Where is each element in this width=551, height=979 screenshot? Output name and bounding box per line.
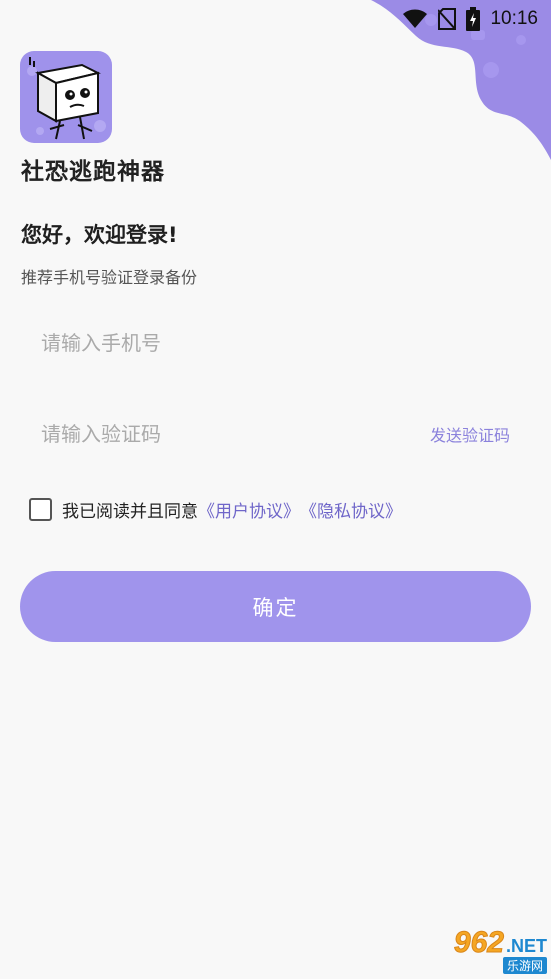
code-field: 发送验证码	[20, 404, 531, 464]
greeting-title: 您好，欢迎登录!	[21, 223, 178, 247]
app-name: 社恐逃跑神器	[21, 159, 165, 185]
confirm-button[interactable]: 确定	[20, 571, 531, 642]
login-screen: 10:16 社恐逃跑神器 您好，欢迎登录! 推荐手机号验证登录备份 请输入手机号…	[0, 0, 551, 979]
greeting-subtitle: 推荐手机号验证登录备份	[21, 268, 198, 287]
battery-charging-icon	[466, 7, 481, 31]
site-watermark: 962 .NET 乐游网	[407, 926, 547, 974]
watermark-caption: 乐游网	[502, 957, 547, 974]
send-code-button[interactable]: 发送验证码	[430, 422, 531, 446]
watermark-number: 962	[453, 926, 504, 959]
no-sim-icon	[438, 8, 457, 30]
privacy-agreement-link[interactable]: 《隐私协议》	[300, 497, 402, 522]
agreement-text: 我已阅读并且同意	[62, 502, 198, 522]
box-character-logo	[27, 57, 106, 140]
app-logo	[20, 51, 112, 143]
agreement-row: 我已阅读并且同意 《用户协议》 《隐私协议》	[29, 497, 402, 522]
watermark-suffix: .NET	[505, 936, 547, 956]
status-time: 10:16	[490, 8, 538, 29]
verification-code-input[interactable]	[20, 404, 430, 464]
agreement-checkbox[interactable]	[29, 498, 52, 521]
phone-field	[20, 313, 531, 373]
wifi-icon	[402, 9, 428, 29]
status-bar: 10:16	[371, 0, 551, 38]
user-agreement-link[interactable]: 《用户协议》	[198, 497, 300, 522]
phone-input[interactable]	[20, 313, 531, 373]
